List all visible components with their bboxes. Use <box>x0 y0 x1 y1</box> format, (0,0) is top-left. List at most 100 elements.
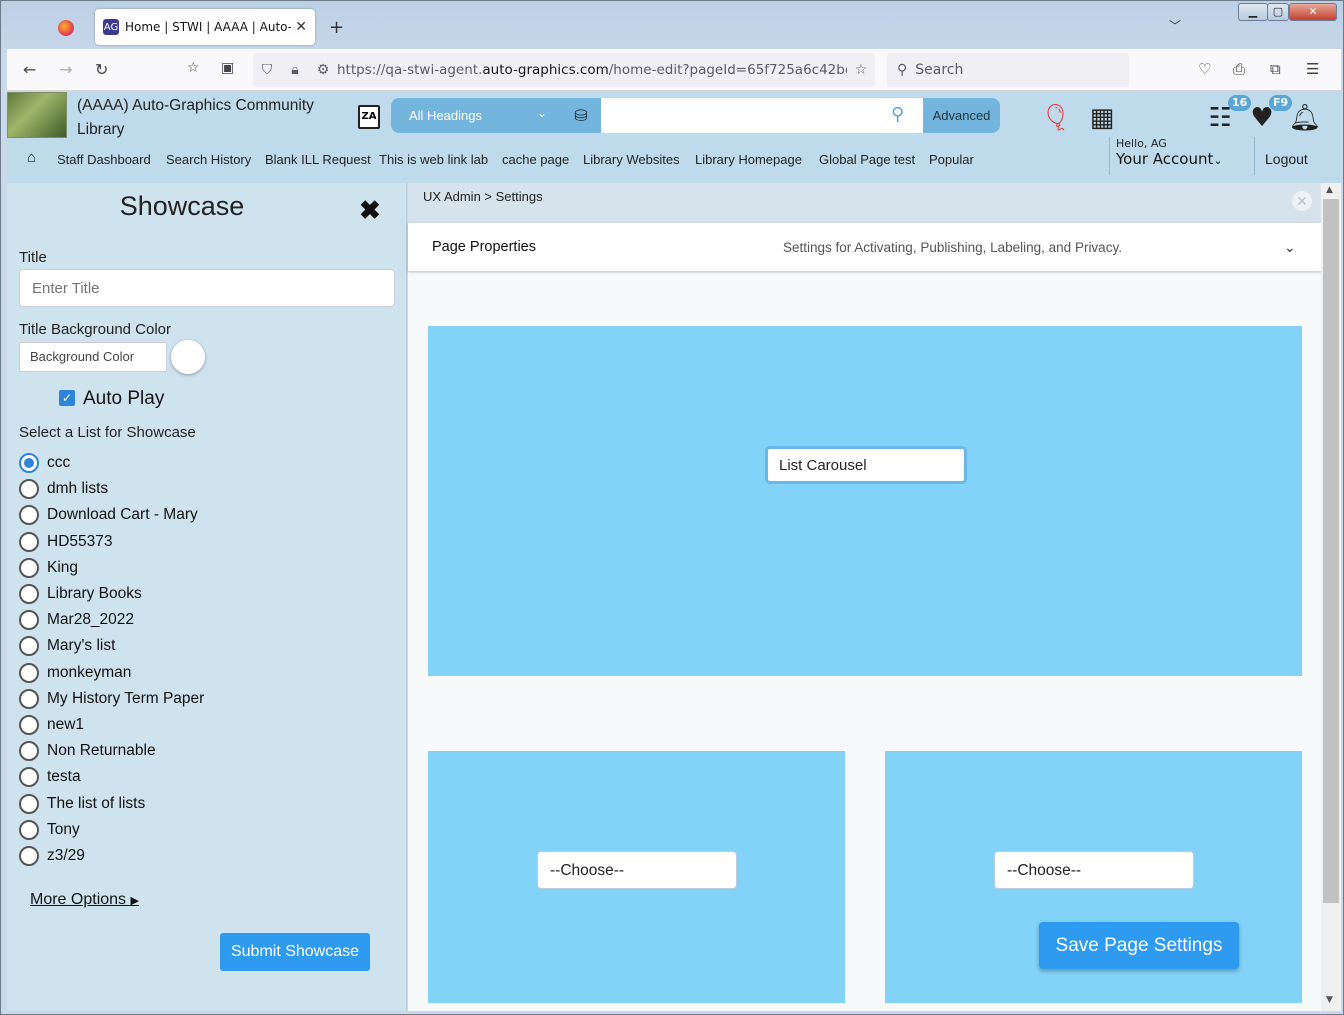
back-arrow-icon[interactable]: ← <box>23 60 36 79</box>
menu-item-web-link-lab[interactable]: This is web link lab <box>379 152 488 167</box>
radio-button[interactable] <box>19 715 39 735</box>
list-option[interactable]: monkeyman <box>19 661 131 685</box>
close-icon[interactable]: ✕ <box>1292 191 1312 211</box>
save-page-settings-button[interactable]: Save Page Settings <box>1039 922 1239 969</box>
account-link[interactable]: Your Account⌄ <box>1116 150 1254 168</box>
list-option[interactable]: Mary's list <box>19 634 115 658</box>
list-option[interactable]: ccc <box>19 451 70 475</box>
background-color-input[interactable]: Background Color <box>19 342 167 372</box>
forward-arrow-icon[interactable]: → <box>59 60 72 79</box>
scroll-thumb[interactable] <box>1323 199 1339 903</box>
list-carousel-label[interactable]: List Carousel <box>765 446 967 484</box>
menu-item-popular[interactable]: Popular <box>929 152 974 167</box>
lock-icon[interactable]: 🔒︎ <box>281 62 309 78</box>
window-close-button[interactable]: ✕ <box>1289 3 1337 21</box>
balloon-icon[interactable]: 🎈︎ <box>1039 101 1073 135</box>
chevron-down-icon[interactable]: ⌄ <box>1284 239 1296 256</box>
menu-item-library-homepage[interactable]: Library Homepage <box>695 152 802 167</box>
notifications-bell-icon[interactable]: 🔔︎ <box>1288 101 1322 135</box>
radio-button[interactable] <box>19 505 39 526</box>
scroll-up-icon[interactable]: ▲ <box>1326 185 1333 195</box>
star-icon[interactable]: ☆ <box>847 62 875 78</box>
more-options-link[interactable]: More Options ▶ <box>30 891 139 909</box>
tab-close-icon[interactable]: ✕ <box>295 19 307 35</box>
list-option[interactable]: Download Cart - Mary <box>19 503 198 527</box>
reload-icon[interactable]: ↻ <box>95 60 108 79</box>
breadcrumb[interactable]: UX Admin > Settings <box>423 189 543 204</box>
bookmark-page-icon[interactable]: ☆ <box>187 60 200 76</box>
radio-button[interactable] <box>19 479 39 500</box>
radio-button[interactable] <box>19 767 39 788</box>
page-properties-accordion[interactable]: Page Properties Settings for Activating,… <box>408 223 1321 271</box>
database-icon[interactable]: ⛁ <box>561 98 601 133</box>
pocket-icon[interactable]: ♡ <box>1198 60 1211 78</box>
list-option[interactable]: Tony <box>19 818 80 842</box>
library-name[interactable]: (AAAA) Auto-Graphics Community Library <box>77 94 347 142</box>
list-all-tabs-icon[interactable]: ﹀ <box>1169 17 1181 34</box>
account-menu[interactable]: Hello, AG Your Account⌄ <box>1109 137 1255 175</box>
browser-search-input[interactable]: ⚲ Search <box>887 53 1129 87</box>
menu-item-blank-ill-request[interactable]: Blank ILL Request <box>265 152 371 167</box>
choose-select-right[interactable]: --Choose-- <box>994 851 1194 889</box>
radio-button[interactable] <box>19 531 39 552</box>
bottom-left-panel[interactable]: --Choose-- <box>428 751 845 1003</box>
title-input[interactable] <box>19 269 395 307</box>
autoplay-checkbox[interactable]: ✓ <box>59 390 75 406</box>
list-option[interactable]: Mar28_2022 <box>19 608 134 632</box>
close-icon[interactable]: ✖ <box>359 195 381 226</box>
color-picker-swatch[interactable] <box>171 340 205 374</box>
new-tab-button[interactable]: + <box>329 17 344 38</box>
permissions-icon[interactable]: ⚙ <box>309 62 337 78</box>
radio-button[interactable] <box>19 741 39 762</box>
library-logo[interactable] <box>7 92 67 138</box>
catalog-viewer-icon[interactable]: ▦ <box>1085 101 1119 135</box>
search-icon[interactable]: ⚲ <box>891 104 904 125</box>
menu-item-search-history[interactable]: Search History <box>166 152 251 167</box>
url-bar[interactable]: ⛉ 🔒︎ ⚙ https://qa-stwi-agent.auto-graphi… <box>253 53 875 87</box>
list-option[interactable]: My History Term Paper <box>19 687 204 711</box>
url-text[interactable]: https://qa-stwi-agent.auto-graphics.com/… <box>337 62 847 78</box>
scroll-down-icon[interactable]: ▼ <box>1326 995 1333 1005</box>
radio-button[interactable] <box>19 662 39 683</box>
radio-button[interactable] <box>19 453 39 473</box>
scrollbar[interactable]: ▲ ▼ <box>1321 183 1341 1011</box>
radio-button[interactable] <box>19 584 39 604</box>
reader-view-icon[interactable]: ▣ <box>221 60 234 76</box>
list-option[interactable]: z3/29 <box>19 844 85 868</box>
advanced-search-button[interactable]: Advanced <box>923 98 1000 133</box>
list-option[interactable]: The list of lists <box>19 792 145 816</box>
list-option[interactable]: testa <box>19 765 81 789</box>
catalog-search-input[interactable] <box>601 98 923 133</box>
radio-button[interactable] <box>19 557 39 578</box>
minimize-button[interactable]: ▁ <box>1238 3 1268 21</box>
submit-showcase-button[interactable]: Submit Showcase <box>220 933 370 971</box>
list-option[interactable]: dmh lists <box>19 477 108 501</box>
list-option[interactable]: King <box>19 556 78 580</box>
radio-button[interactable] <box>19 793 39 814</box>
choose-select-left[interactable]: --Choose-- <box>537 851 737 889</box>
radio-button[interactable] <box>19 846 39 866</box>
menu-icon[interactable]: ☰ <box>1306 60 1319 78</box>
top-panel[interactable]: List Carousel <box>428 326 1302 676</box>
menu-item-library-websites[interactable]: Library Websites <box>583 152 680 167</box>
search-scope-select[interactable]: All Headings ⌄ <box>391 98 561 133</box>
radio-button[interactable] <box>19 688 39 709</box>
radio-button[interactable] <box>19 636 39 657</box>
list-option[interactable]: Library Books <box>19 582 142 606</box>
print-icon[interactable]: ⎙ <box>1233 60 1245 78</box>
extensions-icon[interactable]: ⧉ <box>1270 60 1281 78</box>
maximize-button[interactable]: ▢ <box>1267 3 1289 21</box>
translate-icon[interactable]: ZA <box>358 105 380 129</box>
logout-link[interactable]: Logout <box>1265 151 1308 167</box>
menu-item-global-page-test[interactable]: Global Page test <box>819 152 915 167</box>
home-icon[interactable]: ⌂ <box>27 149 36 166</box>
browser-tab-active[interactable]: AG Home | STWI | AAAA | Auto-Graphics ✕ <box>95 9 315 45</box>
radio-button[interactable] <box>19 610 39 631</box>
list-option[interactable]: Non Returnable <box>19 739 156 763</box>
list-option[interactable]: HD55373 <box>19 530 113 554</box>
menu-item-cache-page[interactable]: cache page <box>502 152 569 167</box>
radio-button[interactable] <box>19 819 39 840</box>
menu-item-staff-dashboard[interactable]: Staff Dashboard <box>57 152 151 167</box>
list-option[interactable]: new1 <box>19 713 84 737</box>
shield-icon[interactable]: ⛉ <box>253 62 281 78</box>
